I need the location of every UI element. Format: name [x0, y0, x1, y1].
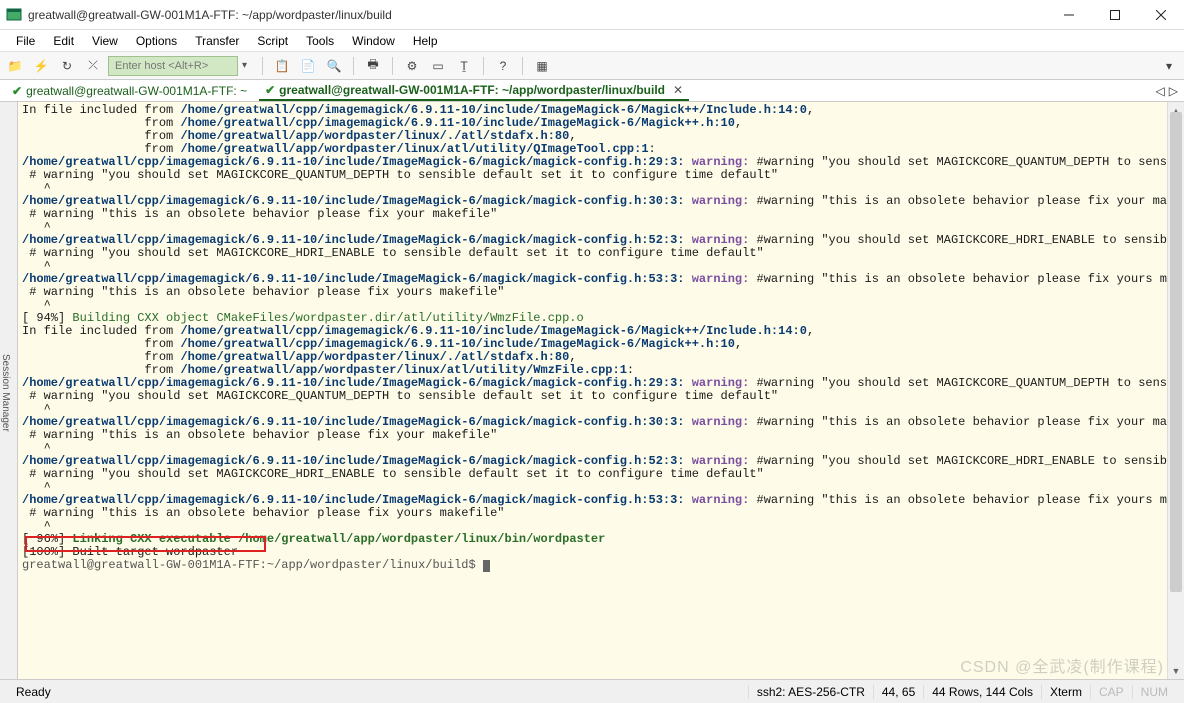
window-titlebar: greatwall@greatwall-GW-001M1A-FTF: ~/app… [0, 0, 1184, 30]
minimize-button[interactable] [1046, 0, 1092, 30]
menu-edit[interactable]: Edit [45, 32, 82, 50]
session-tab-1[interactable]: ✔ greatwall@greatwall-GW-001M1A-FTF: ~ [6, 82, 253, 100]
tab-label: greatwall@greatwall-GW-001M1A-FTF: ~/app… [279, 83, 665, 97]
status-cipher: ssh2: AES-256-CTR [748, 685, 873, 699]
tab-next-icon[interactable]: ▷ [1169, 84, 1178, 98]
watermark: CSDN @全武凌(制作课程) [960, 653, 1164, 677]
menubar: File Edit View Options Transfer Script T… [0, 30, 1184, 52]
menu-view[interactable]: View [84, 32, 126, 50]
check-icon: ✔ [12, 84, 22, 98]
menu-transfer[interactable]: Transfer [187, 32, 247, 50]
tabs-nav: ◁ ▷ [1156, 84, 1178, 98]
status-caps: CAP [1090, 685, 1132, 699]
check-icon: ✔ [265, 83, 275, 97]
print-icon[interactable]: 🖶 [362, 55, 384, 77]
scroll-down-icon[interactable]: ▼ [1168, 662, 1184, 679]
menu-window[interactable]: Window [344, 32, 403, 50]
window-title: greatwall@greatwall-GW-001M1A-FTF: ~/app… [28, 8, 1046, 22]
statusbar: Ready ssh2: AES-256-CTR 44, 65 44 Rows, … [0, 679, 1184, 703]
status-cursor: 44, 65 [873, 685, 923, 699]
close-button[interactable] [1138, 0, 1184, 30]
quick-connect-icon[interactable]: ⚡ [30, 55, 52, 77]
session-tabs: ✔ greatwall@greatwall-GW-001M1A-FTF: ~ ✔… [0, 80, 1184, 102]
window-controls [1046, 0, 1184, 30]
status-size: 44 Rows, 144 Cols [923, 685, 1041, 699]
app-icon [6, 7, 22, 23]
menu-script[interactable]: Script [249, 32, 296, 50]
help-icon[interactable]: ? [492, 55, 514, 77]
toolbar-overflow-icon[interactable]: ▾ [1158, 55, 1180, 77]
copy-icon[interactable]: 📋 [271, 55, 293, 77]
session-options-icon[interactable]: ▭ [427, 55, 449, 77]
toggle-icon[interactable]: ▦ [531, 55, 553, 77]
tab-prev-icon[interactable]: ◁ [1156, 84, 1165, 98]
paste-icon[interactable]: 📄 [297, 55, 319, 77]
main-area: Session Manager In file included from /h… [0, 102, 1184, 679]
host-input[interactable]: Enter host <Alt+R> [108, 56, 238, 76]
host-dropdown-icon[interactable]: ▾ [242, 60, 254, 71]
reconnect-icon[interactable]: ↻ [56, 55, 78, 77]
status-num: NUM [1132, 685, 1176, 699]
scrollbar-thumb[interactable] [1170, 112, 1182, 592]
menu-help[interactable]: Help [405, 32, 446, 50]
session-manager-panel[interactable]: Session Manager [0, 102, 18, 679]
menu-tools[interactable]: Tools [298, 32, 342, 50]
terminal-output[interactable]: In file included from /home/greatwall/cp… [18, 102, 1167, 679]
keymap-icon[interactable]: Ṯ [453, 55, 475, 77]
tab-label: greatwall@greatwall-GW-001M1A-FTF: ~ [26, 84, 247, 98]
session-tab-2[interactable]: ✔ greatwall@greatwall-GW-001M1A-FTF: ~/a… [259, 81, 689, 101]
tab-close-icon[interactable]: ✕ [673, 83, 683, 97]
session-manager-icon[interactable]: 📁 [4, 55, 26, 77]
status-ready: Ready [8, 685, 59, 699]
settings-icon[interactable]: ⚙ [401, 55, 423, 77]
maximize-button[interactable] [1092, 0, 1138, 30]
disconnect-icon[interactable]: ⤫ [82, 55, 104, 77]
menu-file[interactable]: File [8, 32, 43, 50]
menu-options[interactable]: Options [128, 32, 185, 50]
vertical-scrollbar[interactable]: ▲ ▼ [1167, 102, 1184, 679]
toolbar: 📁 ⚡ ↻ ⤫ Enter host <Alt+R> ▾ 📋 📄 🔍 🖶 ⚙ ▭… [0, 52, 1184, 80]
status-term: Xterm [1041, 685, 1090, 699]
find-icon[interactable]: 🔍 [323, 55, 345, 77]
